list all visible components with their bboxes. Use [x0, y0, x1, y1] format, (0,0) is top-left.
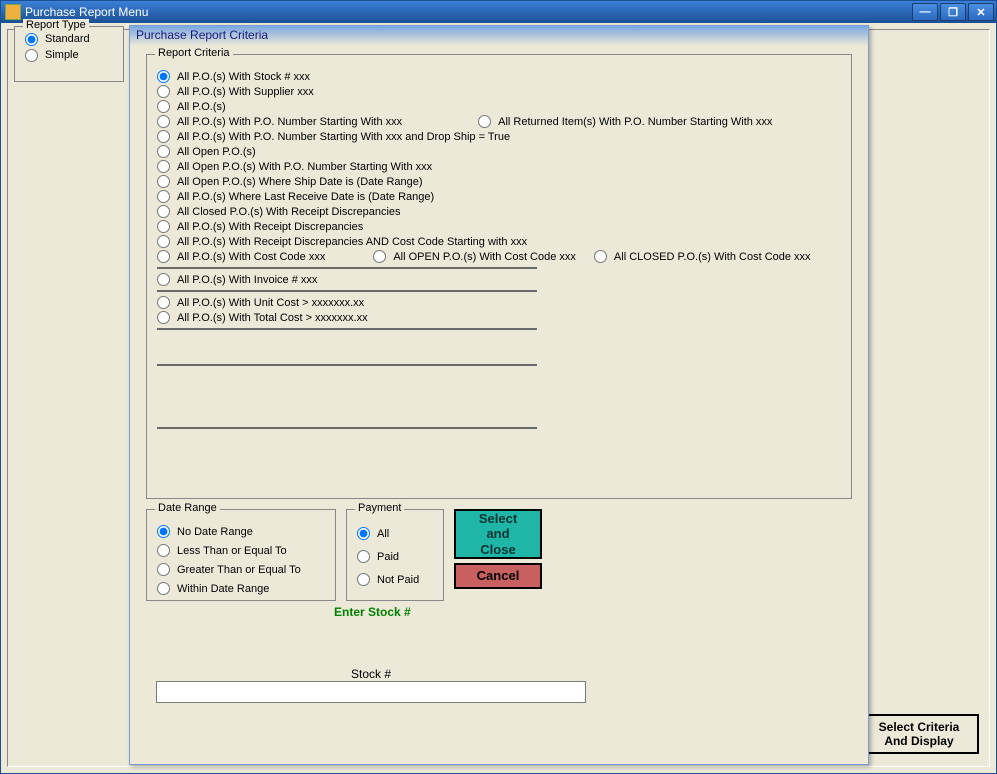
- criteria-legend: Report Criteria: [155, 47, 233, 59]
- criteria-unitcost[interactable]: All P.O.(s) With Unit Cost > xxxxxxx.xx: [157, 295, 841, 310]
- window-title: Purchase Report Menu: [25, 5, 910, 19]
- select-and-close-button[interactable]: Select and Close: [454, 509, 542, 559]
- main-window: Purchase Report Menu — ❐ ✕ Report Type S…: [0, 0, 997, 774]
- criteria-open-shipdate[interactable]: All Open P.O.(s) Where Ship Date is (Dat…: [157, 174, 841, 189]
- divider-2: [157, 290, 537, 292]
- divider-1: [157, 267, 537, 269]
- criteria-discrep-costcode[interactable]: All P.O.(s) With Receipt Discrepancies A…: [157, 234, 841, 249]
- divider-3: [157, 328, 537, 330]
- criteria-closed-costcode[interactable]: All CLOSED P.O.(s) With Cost Code xxx: [594, 249, 811, 264]
- divider-4: [157, 364, 537, 366]
- criteria-invoice[interactable]: All P.O.(s) With Invoice # xxx: [157, 272, 841, 287]
- divider-5: [157, 427, 537, 429]
- report-criteria-group: Report Criteria All P.O.(s) With Stock #…: [146, 54, 852, 499]
- enter-stock-label: Enter Stock #: [334, 605, 852, 619]
- stock-number-input[interactable]: [156, 681, 586, 703]
- date-none[interactable]: No Date Range: [157, 522, 325, 541]
- criteria-totalcost[interactable]: All P.O.(s) With Total Cost > xxxxxxx.xx: [157, 310, 841, 325]
- criteria-open-costcode[interactable]: All OPEN P.O.(s) With Cost Code xxx: [373, 249, 576, 264]
- bottom-row: Date Range No Date Range Less Than or Eq…: [146, 509, 852, 601]
- window-buttons: — ❐ ✕: [910, 3, 994, 21]
- dialog-title: Purchase Report Criteria: [130, 26, 868, 46]
- date-lte[interactable]: Less Than or Equal To: [157, 541, 325, 560]
- criteria-dialog: Purchase Report Criteria Report Criteria…: [129, 25, 869, 765]
- criteria-costcode[interactable]: All P.O.(s) With Cost Code xxx: [157, 249, 325, 264]
- maximize-button[interactable]: ❐: [940, 3, 966, 21]
- titlebar: Purchase Report Menu — ❐ ✕: [1, 1, 996, 23]
- criteria-stock[interactable]: All P.O.(s) With Stock # xxx: [157, 69, 841, 84]
- report-type-legend: Report Type: [23, 19, 89, 31]
- payment-legend: Payment: [355, 502, 404, 514]
- report-type-group: Report Type Standard Simple: [14, 26, 124, 82]
- criteria-discrep[interactable]: All P.O.(s) With Receipt Discrepancies: [157, 219, 841, 234]
- app-icon: [5, 4, 21, 20]
- criteria-lastreceive[interactable]: All P.O.(s) Where Last Receive Date is (…: [157, 189, 841, 204]
- criteria-returned-po-starting[interactable]: All Returned Item(s) With P.O. Number St…: [478, 114, 772, 129]
- date-within[interactable]: Within Date Range: [157, 579, 325, 598]
- close-button[interactable]: ✕: [968, 3, 994, 21]
- report-type-standard[interactable]: Standard: [25, 31, 113, 47]
- stock-number-label: Stock #: [156, 667, 586, 681]
- report-type-simple[interactable]: Simple: [25, 47, 113, 63]
- criteria-closed-discrep[interactable]: All Closed P.O.(s) With Receipt Discrepa…: [157, 204, 841, 219]
- report-type-simple-radio[interactable]: [25, 49, 38, 62]
- payment-paid[interactable]: Paid: [357, 545, 433, 568]
- date-gte[interactable]: Greater Than or Equal To: [157, 560, 325, 579]
- criteria-open-po-starting[interactable]: All Open P.O.(s) With P.O. Number Starti…: [157, 159, 841, 174]
- date-range-legend: Date Range: [155, 502, 220, 514]
- payment-all[interactable]: All: [357, 522, 433, 545]
- date-range-group: Date Range No Date Range Less Than or Eq…: [146, 509, 336, 601]
- report-type-standard-radio[interactable]: [25, 33, 38, 46]
- dialog-actions: Select and Close Cancel: [454, 509, 542, 589]
- payment-group: Payment All Paid Not Paid: [346, 509, 444, 601]
- select-criteria-display-button[interactable]: Select Criteria And Display: [859, 714, 979, 754]
- payment-notpaid[interactable]: Not Paid: [357, 568, 433, 591]
- criteria-open-po[interactable]: All Open P.O.(s): [157, 144, 841, 159]
- dialog-body: Report Criteria All P.O.(s) With Stock #…: [130, 46, 868, 764]
- criteria-supplier[interactable]: All P.O.(s) With Supplier xxx: [157, 84, 841, 99]
- cancel-button[interactable]: Cancel: [454, 563, 542, 589]
- minimize-button[interactable]: —: [912, 3, 938, 21]
- criteria-po-starting[interactable]: All P.O.(s) With P.O. Number Starting Wi…: [157, 114, 402, 129]
- criteria-all-po[interactable]: All P.O.(s): [157, 99, 841, 114]
- criteria-po-starting-dropship[interactable]: All P.O.(s) With P.O. Number Starting Wi…: [157, 129, 841, 144]
